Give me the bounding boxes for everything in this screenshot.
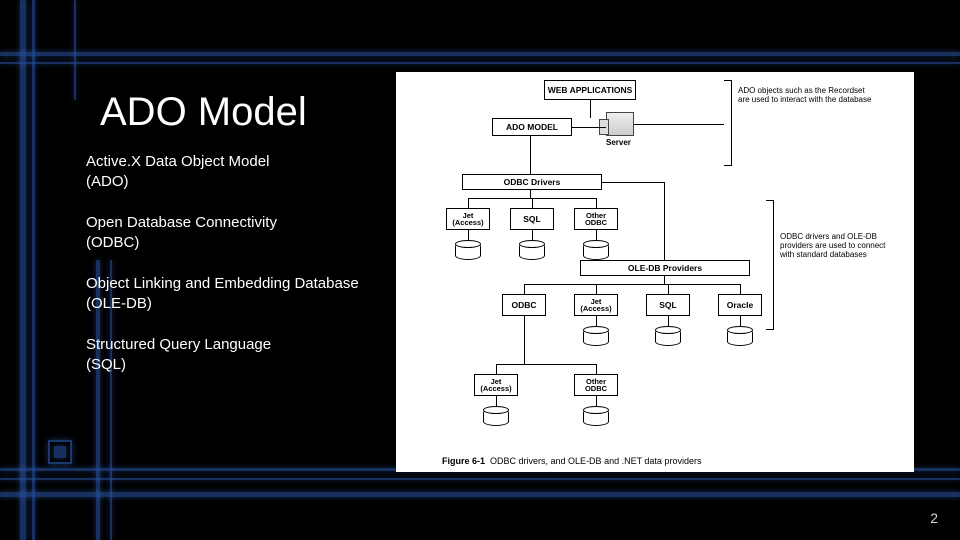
bullet-abbr: (ADO) xyxy=(86,172,406,192)
figure-caption-text: ODBC drivers, and OLE-DB and .NET data p… xyxy=(490,456,701,466)
sub-other: Other ODBC xyxy=(574,374,618,396)
bullet-abbr: (ODBC) xyxy=(86,233,406,253)
database-icon xyxy=(519,242,545,260)
bullet-item: Structured Query Language (SQL) xyxy=(86,335,406,374)
bullet-name: Object Linking and Embedding Database xyxy=(86,275,359,292)
oledb-providers-header: OLE-DB Providers xyxy=(580,260,750,276)
database-icon xyxy=(655,328,681,346)
bullet-name: Open Database Connectivity xyxy=(86,214,277,231)
oledb-sql: SQL xyxy=(646,294,690,316)
bullet-item: Object Linking and Embedding Database (O… xyxy=(86,274,406,313)
server-icon xyxy=(606,112,634,136)
figure-label: Figure 6-1 xyxy=(442,456,485,466)
odbc-driver-sql: SQL xyxy=(510,208,554,230)
odbc-drivers-header: ODBC Drivers xyxy=(462,174,602,190)
ado-model-box: ADO MODEL xyxy=(492,118,572,136)
bullet-abbr: (OLE-DB) xyxy=(86,294,406,314)
brace-icon xyxy=(724,80,732,166)
note-top: ADO objects such as the Recordset are us… xyxy=(738,86,878,104)
database-icon xyxy=(483,408,509,426)
note-bottom: ODBC drivers and OLE-DB providers are us… xyxy=(780,232,900,260)
odbc-driver-other: Other ODBC xyxy=(574,208,618,230)
bullet-name: Structured Query Language xyxy=(86,336,271,353)
server-label: Server xyxy=(606,138,631,147)
sub-jet: Jet (Access) xyxy=(474,374,518,396)
oledb-oracle: Oracle xyxy=(718,294,762,316)
database-icon xyxy=(455,242,481,260)
database-icon xyxy=(583,328,609,346)
brace-icon xyxy=(766,200,774,330)
database-icon xyxy=(583,408,609,426)
bullet-list: Active.X Data Object Model (ADO) Open Da… xyxy=(86,152,406,396)
odbc-driver-jet: Jet (Access) xyxy=(446,208,490,230)
bullet-item: Active.X Data Object Model (ADO) xyxy=(86,152,406,191)
oledb-jet: Jet (Access) xyxy=(574,294,618,316)
architecture-diagram: WEB APPLICATIONS ADO MODEL Server ADO ob… xyxy=(396,72,914,472)
database-icon xyxy=(583,242,609,260)
figure-caption: Figure 6-1 ODBC drivers, and OLE-DB and … xyxy=(442,456,701,466)
slide-title: ADO Model xyxy=(100,90,307,135)
bullet-abbr: (SQL) xyxy=(86,355,406,375)
bullet-item: Open Database Connectivity (ODBC) xyxy=(86,213,406,252)
web-applications-box: WEB APPLICATIONS xyxy=(544,80,636,100)
database-icon xyxy=(727,328,753,346)
bullet-name: Active.X Data Object Model xyxy=(86,153,269,170)
oledb-odbc: ODBC xyxy=(502,294,546,316)
page-number: 2 xyxy=(930,510,938,526)
